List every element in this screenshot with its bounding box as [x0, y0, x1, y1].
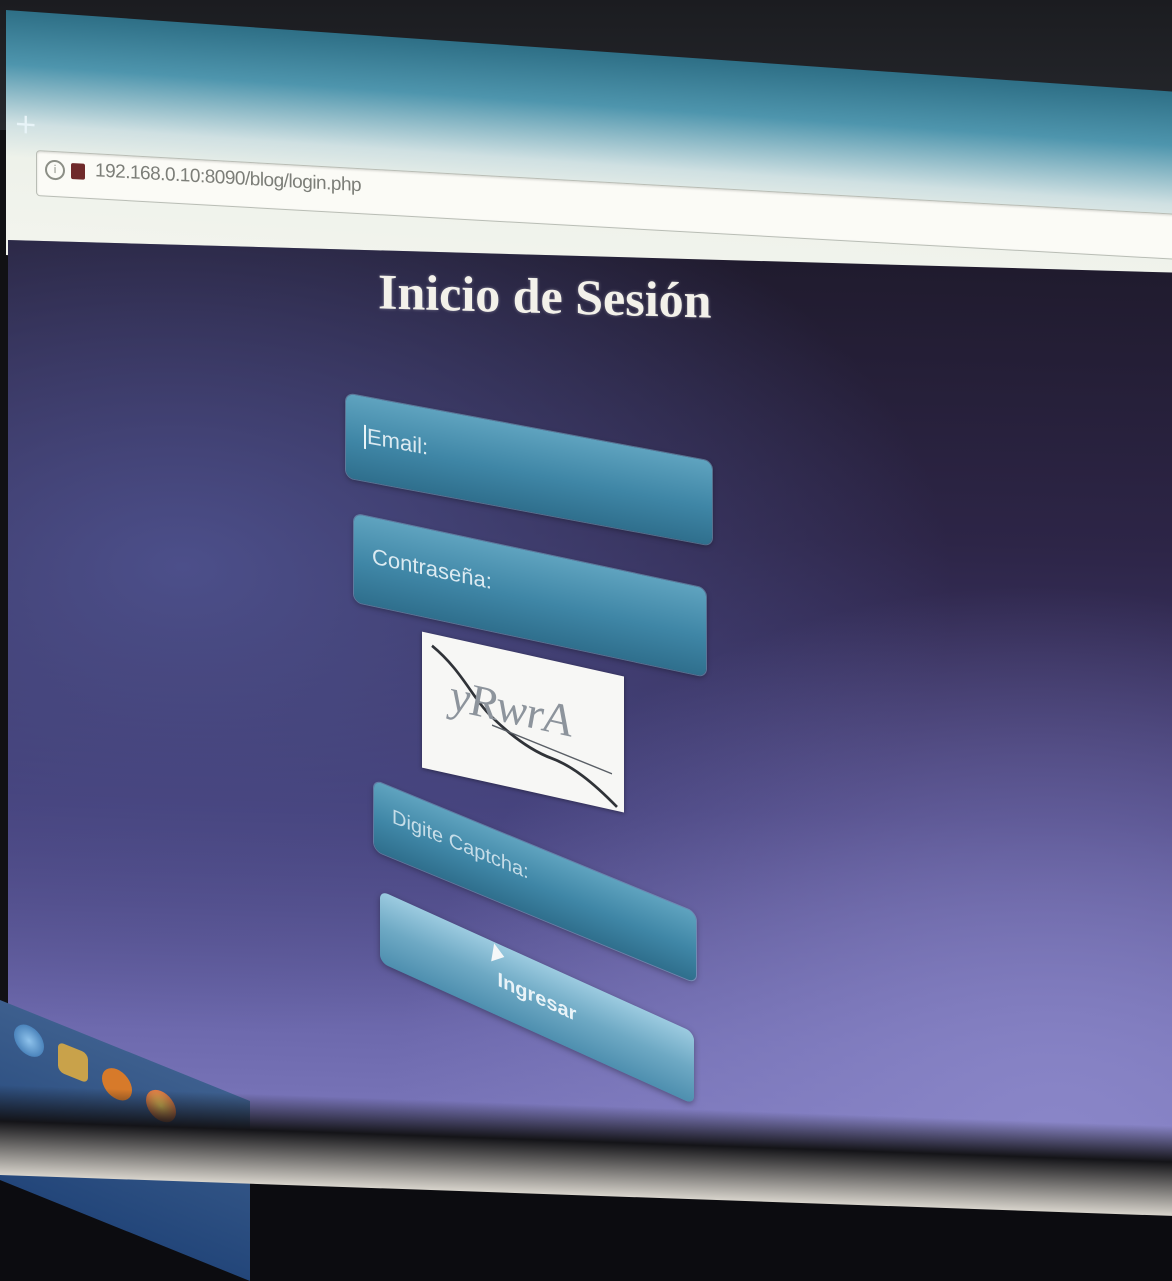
page-title: Inicio de Sesión [378, 263, 712, 329]
address-bar-url[interactable]: 192.168.0.10:8090/blog/login.php [95, 160, 361, 197]
info-icon[interactable]: i [45, 159, 65, 181]
captcha-image: yRwrA [422, 631, 624, 813]
email-placeholder-text: Email: [367, 423, 429, 460]
captcha-placeholder: Digite Captcha: [392, 805, 529, 884]
taskbar-start-icon[interactable] [14, 1019, 44, 1062]
text-caret [364, 424, 366, 450]
site-favicon-icon [71, 162, 85, 180]
password-field[interactable]: Contraseña: [354, 513, 706, 677]
email-placeholder: Email: [364, 423, 428, 461]
page-viewport: Inicio de Sesión Email: Contraseña: yRwr… [8, 240, 1172, 1193]
password-placeholder: Contraseña: [372, 543, 492, 595]
new-tab-button[interactable]: + [14, 107, 37, 142]
taskbar-folder-icon[interactable] [58, 1041, 88, 1084]
address-bar-icons: i [45, 159, 85, 182]
